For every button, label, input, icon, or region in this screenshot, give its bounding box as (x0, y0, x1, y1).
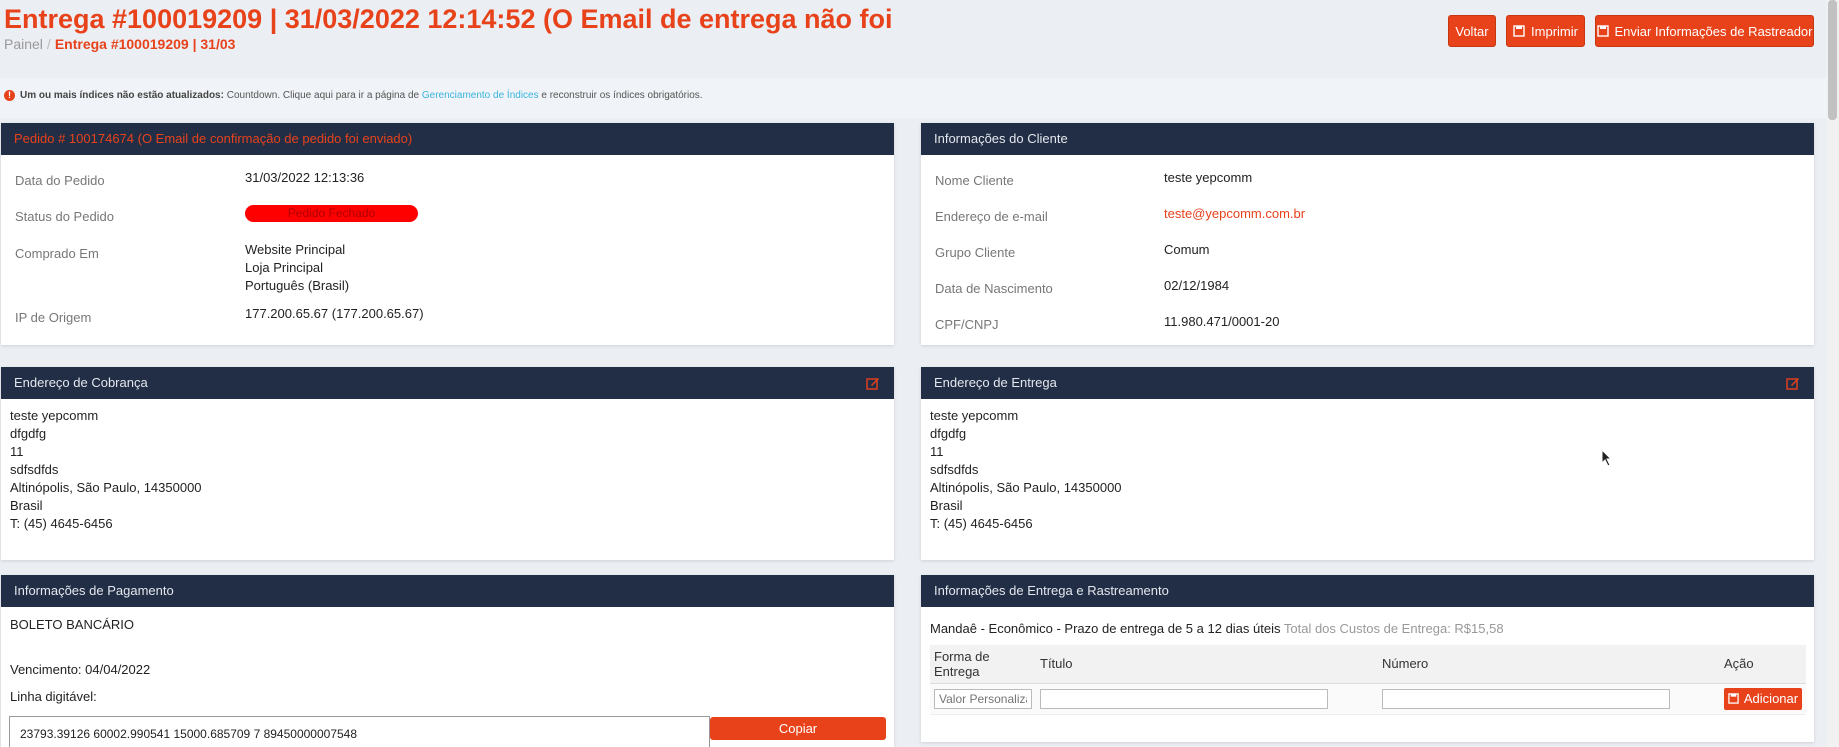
edit-icon[interactable] (866, 376, 880, 390)
ip-value: 177.200.65.67 (177.200.65.67) (245, 306, 424, 321)
save-icon (1596, 25, 1609, 37)
tracking-panel: Informações de Entrega e Rastreamento Ma… (921, 575, 1814, 742)
customer-group-label: Grupo Cliente (935, 245, 1016, 260)
page-title: Entrega #100019209 | 31/03/2022 12:14:52… (4, 4, 896, 34)
scrollbar-thumb[interactable] (1828, 0, 1837, 120)
column-header: Título (1036, 645, 1378, 684)
order-panel-heading: Pedido # 100174674 (O Email de confirmaç… (1, 123, 894, 155)
billing-address-panel: Endereço de Cobrança teste yepcomm dfgdfg… (1, 367, 894, 560)
customer-name-label: Nome Cliente (935, 173, 1014, 188)
boleto-code-field[interactable]: 23793.39126 60002.990541 15000.685709 7 … (9, 716, 710, 747)
column-header: Número (1378, 645, 1720, 684)
notice-text: Um ou mais índices não estão atualizados… (20, 90, 703, 101)
save-icon (1728, 693, 1739, 704)
add-tracking-button[interactable]: Adicionar (1724, 687, 1802, 710)
payment-method: BOLETO BANCÁRIO (10, 617, 135, 632)
purchased-label: Comprado Em (15, 246, 99, 261)
edit-icon[interactable] (1786, 376, 1800, 390)
copy-button[interactable]: Copiar (710, 717, 886, 740)
status-badge: Pedido Fechado (245, 205, 418, 222)
alert-icon: ! (4, 90, 15, 101)
payment-line-label: Linha digitável: (10, 689, 97, 704)
table-row: Adicionar (930, 683, 1806, 715)
customer-dob-label: Data de Nascimento (935, 281, 1053, 296)
customer-dob-value: 02/12/1984 (1164, 278, 1230, 293)
order-date-label: Data do Pedido (15, 173, 105, 188)
tracking-panel-heading: Informações de Entrega e Rastreamento (921, 575, 1814, 607)
carrier-input[interactable] (934, 688, 1032, 709)
order-status-label: Status do Pedido (15, 209, 115, 224)
order-panel: Pedido # 100174674 (O Email de confirmaç… (1, 123, 894, 345)
order-number[interactable]: Pedido # 100174674 (14, 131, 134, 146)
save-icon (1513, 25, 1525, 37)
billing-panel-heading: Endereço de Cobrança (1, 367, 894, 399)
customer-doc-value: 11.980.471/0001-20 (1164, 314, 1280, 329)
payment-due-date: Vencimento: 04/04/2022 (10, 662, 151, 677)
customer-panel-heading: Informações do Cliente (921, 123, 1814, 155)
order-date-value: 31/03/2022 12:13:36 (245, 170, 365, 185)
shipping-address-panel: Endereço de Entrega teste yepcomm dfgdfg 1… (921, 367, 1814, 560)
breadcrumb-root[interactable]: Painel (4, 36, 43, 52)
customer-email-link[interactable]: teste@yepcomm.com.br (1164, 205, 1305, 223)
print-button[interactable]: Imprimir (1506, 15, 1585, 47)
number-input[interactable] (1382, 688, 1670, 709)
ip-label: IP de Origem (15, 310, 92, 325)
page-scrollbar[interactable] (1826, 0, 1839, 747)
shipping-address: teste yepcomm dfgdfg 11 sdfsdfds Altinópolis… (930, 408, 1122, 531)
breadcrumb-current: Entrega #100019209 | 31/03 (54, 36, 236, 52)
customer-name-value: teste yepcomm (1164, 170, 1253, 185)
purchased-value: Website Principal Loja Principal Portugu… (245, 242, 350, 293)
back-button[interactable]: Voltar (1448, 15, 1496, 47)
breadcrumb: Painel / Entrega #100019209 | 31/03 (4, 36, 236, 52)
billing-address: teste yepcomm dfgdfg 11 sdfsdfds Altinópolis… (10, 408, 202, 531)
customer-panel: Informações do Cliente Nome Cliente test… (921, 123, 1814, 345)
shipping-total: Total dos Custos de Entrega: R$15,58 (1280, 621, 1504, 636)
send-tracking-button[interactable]: Enviar Informações de Rastreador (1595, 15, 1814, 47)
customer-group-value: Comum (1164, 242, 1210, 257)
column-header: Ação (1720, 645, 1806, 684)
tracking-table: Forma de Entrega Título Número Ação Adic… (930, 645, 1806, 715)
payment-panel-heading: Informações de Pagamento (1, 575, 894, 607)
page-header: Entrega #100019209 | 31/03/2022 12:14:52… (0, 0, 1839, 78)
title-input[interactable] (1040, 688, 1328, 709)
shipping-method: Mandaê - Econômico - Prazo de entrega de… (930, 621, 1504, 636)
customer-doc-label: CPF/CNPJ (935, 317, 999, 332)
shipping-panel-heading: Endereço de Entrega (921, 367, 1814, 399)
column-header: Forma de Entrega (930, 645, 1036, 684)
index-management-link[interactable]: Gerenciamento de Índices (422, 90, 539, 101)
mouse-cursor-icon (1601, 449, 1613, 467)
customer-email-label: Endereço de e-mail (935, 209, 1048, 224)
